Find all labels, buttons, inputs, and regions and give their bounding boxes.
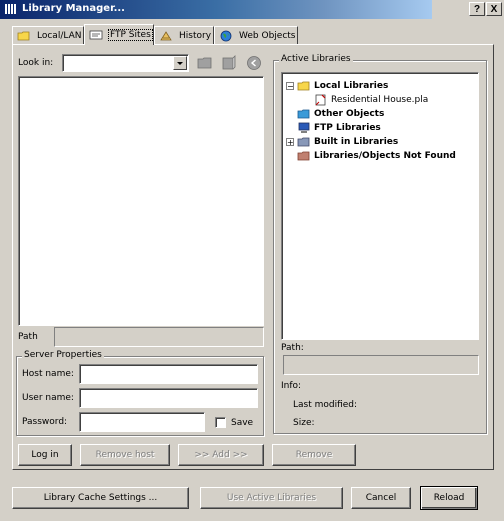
- look-in-dropdown[interactable]: [62, 54, 189, 72]
- new-folder-icon: [222, 55, 236, 70]
- folder-icon: [17, 31, 30, 40]
- size-label: Size:: [293, 418, 315, 428]
- folder-icon: [297, 137, 310, 147]
- log-in-button[interactable]: Log in: [18, 444, 72, 466]
- history-icon: [160, 30, 172, 40]
- save-checkbox[interactable]: [215, 417, 226, 428]
- tree-label: FTP Libraries: [314, 123, 381, 133]
- library-icon: [5, 4, 16, 14]
- folder-up-icon: [197, 57, 212, 69]
- back-button[interactable]: [245, 55, 263, 71]
- tab-history[interactable]: History: [154, 26, 214, 44]
- tab-label: FTP Sites: [108, 29, 153, 41]
- info-label: Info:: [281, 381, 302, 391]
- tree-label: Libraries/Objects Not Found: [314, 151, 456, 161]
- tree-item-other-objects[interactable]: Other Objects: [286, 107, 456, 121]
- chevron-down-icon: [177, 62, 183, 65]
- new-folder-button[interactable]: [220, 55, 238, 71]
- remove-button[interactable]: Remove: [272, 444, 356, 466]
- save-label: Save: [231, 418, 254, 428]
- tree-label: Residential House.pla: [331, 95, 429, 105]
- folder-icon: [297, 109, 310, 119]
- tab-label: Local/LAN: [37, 30, 82, 41]
- tree-item-local-libraries[interactable]: − Local Libraries: [286, 79, 456, 93]
- tab-web-objects[interactable]: Web Objects: [214, 26, 298, 44]
- help-button[interactable]: ?: [469, 2, 485, 16]
- path-label: Path: [18, 332, 38, 342]
- active-libraries-title: Active Libraries: [279, 54, 353, 64]
- user-name-input[interactable]: [79, 388, 258, 408]
- folder-icon: [297, 151, 310, 161]
- use-active-libraries-button[interactable]: Use Active Libraries: [200, 487, 343, 509]
- tab-ftp-sites[interactable]: FTP Sites: [84, 24, 154, 45]
- look-in-label: Look in:: [18, 58, 54, 68]
- ftp-icon: [89, 30, 103, 40]
- host-name-label: Host name:: [22, 369, 74, 379]
- add-button[interactable]: >> Add >>: [178, 444, 264, 466]
- user-name-label: User name:: [22, 393, 74, 403]
- folder-icon: [297, 81, 310, 91]
- file-list[interactable]: [18, 76, 264, 326]
- library-cache-settings-button[interactable]: Library Cache Settings ...: [12, 487, 189, 509]
- dropdown-button[interactable]: [173, 56, 187, 70]
- close-button[interactable]: X: [486, 2, 502, 16]
- tree-label: Other Objects: [314, 109, 385, 119]
- computer-icon: [298, 122, 310, 133]
- collapse-icon[interactable]: −: [286, 82, 294, 91]
- expand-icon[interactable]: +: [286, 138, 294, 147]
- up-folder-button[interactable]: [196, 55, 214, 71]
- tree-item-not-found[interactable]: Libraries/Objects Not Found: [286, 149, 456, 163]
- tree-label: Local Libraries: [314, 81, 389, 91]
- tab-label: Web Objects: [239, 30, 296, 41]
- reload-button[interactable]: Reload: [420, 486, 478, 510]
- window-title: Library Manager...: [22, 3, 125, 14]
- cancel-button[interactable]: Cancel: [351, 487, 411, 509]
- tree-label: Built in Libraries: [314, 137, 399, 147]
- tree-item-ftp-libraries[interactable]: FTP Libraries: [286, 121, 456, 135]
- path-field[interactable]: [54, 327, 264, 347]
- back-icon: [247, 56, 261, 70]
- tab-local-lan[interactable]: Local/LAN: [12, 26, 84, 44]
- right-path-label: Path:: [281, 343, 304, 353]
- last-modified-label: Last modified:: [293, 400, 358, 410]
- tab-label: History: [179, 30, 212, 41]
- libraries-tree[interactable]: − Local Libraries Residential House.pla …: [281, 72, 479, 340]
- password-input[interactable]: [79, 412, 205, 432]
- server-properties-title: Server Properties: [22, 350, 104, 360]
- remove-host-button[interactable]: Remove host: [80, 444, 170, 466]
- host-name-input[interactable]: [79, 364, 258, 384]
- globe-icon: [220, 30, 232, 41]
- right-path-field[interactable]: [283, 355, 479, 375]
- tree-item-built-in-libraries[interactable]: + Built in Libraries: [286, 135, 456, 149]
- tree-item-residential-house[interactable]: Residential House.pla: [286, 93, 456, 107]
- password-label: Password:: [22, 417, 68, 427]
- library-file-icon: [315, 94, 326, 106]
